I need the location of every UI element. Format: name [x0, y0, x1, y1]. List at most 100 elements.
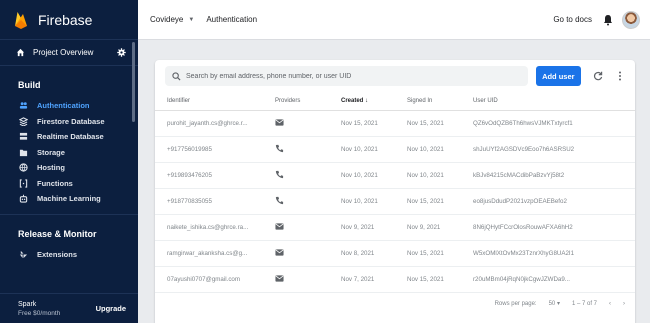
bell-icon[interactable]	[602, 14, 614, 26]
cell-created: Nov 9, 2021	[329, 214, 395, 241]
users-card: Add user Identifier Providers Created ↓ …	[155, 60, 635, 323]
mail-icon	[263, 240, 329, 267]
plan-price: Free $0/month	[18, 309, 61, 317]
sidebar-item-label: Machine Learning	[37, 194, 101, 203]
sidebar-item-label: Firestore Database	[37, 116, 105, 126]
header-identifier[interactable]: Identifier	[155, 92, 263, 111]
cell-user-uid: shJuUYf2AGSDVc9Eoo7h6ASRSU2	[461, 136, 635, 163]
sidebar-divider	[0, 214, 138, 215]
cell-identifier: ramgirwar_akanksha.cs@g...	[155, 240, 263, 267]
rows-per-page-value: 50	[548, 301, 556, 307]
cell-user-uid: QZ6vOdQZB6Th6hwsVJMKTxtyrcf1	[461, 110, 635, 137]
phone-icon	[263, 162, 329, 189]
header-user-uid[interactable]: User UID	[461, 92, 635, 111]
avatar[interactable]	[622, 10, 640, 29]
header-created-label: Created	[341, 97, 364, 104]
upgrade-button[interactable]: Upgrade	[96, 304, 126, 313]
cell-identifier: +919893476205	[155, 162, 263, 189]
cell-signed-in: Nov 9, 2021	[395, 214, 461, 241]
sidebar-item-realtime-database[interactable]: Realtime Database	[0, 129, 138, 144]
cell-identifier: +918770835055	[155, 188, 263, 215]
chevron-down-icon: ▼	[188, 16, 195, 23]
add-user-button[interactable]: Add user	[535, 66, 582, 86]
cell-created: Nov 10, 2021	[329, 188, 395, 215]
cell-signed-in: Nov 10, 2021	[395, 162, 461, 189]
firebase-logo-icon	[15, 11, 27, 29]
brand-header[interactable]: Firebase	[0, 0, 138, 40]
cell-created: Nov 10, 2021	[329, 162, 395, 189]
sidebar-item-label: Hosting	[37, 163, 65, 172]
rows-per-page-label: Rows per page:	[494, 300, 537, 307]
search-box[interactable]	[165, 66, 528, 86]
cell-created: Nov 8, 2021	[329, 240, 395, 267]
header-created[interactable]: Created ↓	[329, 92, 395, 111]
project-name: Covideye	[150, 15, 184, 24]
people-icon	[19, 101, 28, 110]
project-selector[interactable]: Covideye ▼	[150, 15, 194, 24]
functions-icon	[19, 178, 28, 188]
table-row[interactable]: +919893476205 Nov 10, 2021 Nov 10, 2021 kBJ…	[155, 162, 635, 189]
extensions-icon	[19, 250, 28, 259]
database-icon	[19, 132, 28, 141]
table-row[interactable]: 07ayushi0707@gmail.com Nov 7, 2021 Nov 15,…	[155, 266, 635, 293]
mail-icon	[263, 110, 329, 137]
project-overview-label: Project Overview	[33, 48, 94, 57]
chevron-left-icon[interactable]: ‹	[609, 301, 611, 307]
plan-name: Spark	[18, 300, 37, 308]
cell-user-uid: 8N6jQHytFCcrOlosRouwAFXA6hH2	[461, 214, 635, 241]
go-to-docs-link[interactable]: Go to docs	[553, 15, 592, 24]
cell-identifier: naikete_ishika.cs@ghrce.ra...	[155, 214, 263, 241]
robot-icon	[19, 194, 28, 203]
home-icon	[16, 48, 25, 57]
search-icon	[172, 71, 181, 81]
arrow-down-icon: ↓	[365, 97, 369, 104]
phone-icon	[263, 136, 329, 163]
sidebar: Firebase Project Overview Build Authenti…	[0, 0, 138, 323]
more-vert-icon[interactable]	[615, 71, 625, 81]
search-row: Add user	[155, 60, 635, 92]
cell-created: Nov 15, 2021	[329, 110, 395, 137]
phone-icon	[263, 188, 329, 215]
pagination: Rows per page: 50 ▾ 1 – 7 of 7 ‹ ›	[155, 293, 635, 315]
header-signed-in[interactable]: Signed In	[395, 92, 461, 111]
sidebar-item-authentication[interactable]: Authentication	[0, 98, 138, 113]
table-row[interactable]: purohit_jayanth.cs@ghrce.r... Nov 15, 202…	[155, 110, 635, 137]
table-row[interactable]: naikete_ishika.cs@ghrce.ra... Nov 9, 2021…	[155, 214, 635, 241]
rows-per-page-select[interactable]: 50 ▾	[549, 300, 560, 307]
sidebar-item-label: Storage	[37, 147, 65, 157]
globe-icon	[19, 163, 28, 172]
cell-created: Nov 7, 2021	[329, 266, 395, 293]
cell-identifier: +917756019985	[155, 136, 263, 163]
refresh-icon[interactable]	[593, 71, 603, 81]
sidebar-item-label: Functions	[37, 178, 73, 188]
mail-icon	[263, 266, 329, 293]
table-header-row: Identifier Providers Created ↓ Signed In…	[155, 92, 635, 111]
cell-user-uid: eo8jusDdudP2021vzpOEAEBefo2	[461, 188, 635, 215]
sidebar-item-machine-learning[interactable]: Machine Learning	[0, 191, 138, 206]
gear-icon[interactable]	[117, 48, 126, 57]
sidebar-item-extensions[interactable]: Extensions	[0, 247, 138, 262]
search-input[interactable]	[186, 72, 516, 80]
cell-identifier: purohit_jayanth.cs@ghrce.r...	[155, 110, 263, 137]
cell-user-uid: r20uMBm04jRqN0jkCgwJZWDa9...	[461, 266, 635, 293]
sidebar-item-hosting[interactable]: Hosting	[0, 160, 138, 175]
sidebar-scrollbar[interactable]	[132, 42, 135, 122]
release-monitor-section-title[interactable]: Release & Monitor	[0, 223, 138, 247]
table-row[interactable]: +918770835055 Nov 10, 2021 Nov 15, 2021 eo8…	[155, 188, 635, 215]
pagination-range: 1 – 7 of 7	[571, 300, 597, 307]
chevron-right-icon[interactable]: ›	[623, 301, 625, 307]
cell-user-uid: kBJv84215cMACdibPaBzvYj58t2	[461, 162, 635, 189]
cell-user-uid: W5xOMlXtOvMx23TznrXhyG8UA2I1	[461, 240, 635, 267]
page-title: Authentication	[206, 15, 258, 24]
top-bar: Covideye ▼ Authentication Go to docs	[138, 0, 650, 40]
sidebar-item-firestore[interactable]: Firestore Database	[0, 114, 138, 129]
sidebar-item-storage[interactable]: Storage	[0, 145, 138, 160]
sidebar-item-functions[interactable]: Functions	[0, 176, 138, 191]
header-providers[interactable]: Providers	[263, 92, 329, 111]
cell-created: Nov 10, 2021	[329, 136, 395, 163]
table-row[interactable]: ramgirwar_akanksha.cs@g... Nov 8, 2021 Nov…	[155, 240, 635, 267]
firestore-icon	[19, 116, 28, 126]
brand-name: Firebase	[38, 11, 93, 28]
project-overview-item[interactable]: Project Overview	[0, 40, 138, 66]
table-row[interactable]: +917756019985 Nov 10, 2021 Nov 10, 2021 shJ…	[155, 136, 635, 163]
